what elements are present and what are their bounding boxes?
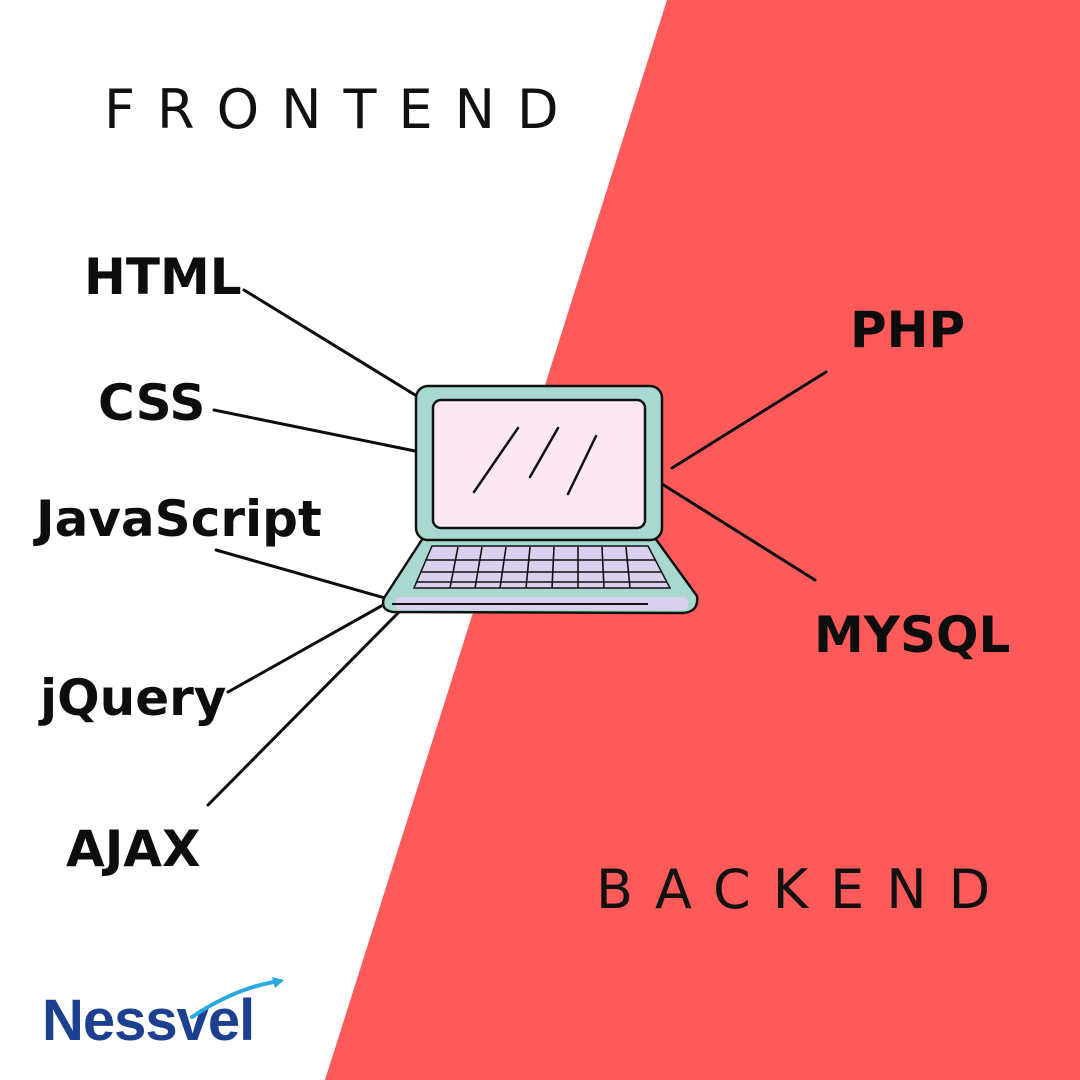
label-php: PHP (850, 301, 966, 359)
label-javascript: JavaScript (36, 490, 322, 548)
backend-heading: BACKEND (596, 858, 1013, 921)
label-mysql: MYSQL (814, 606, 1011, 664)
frontend-heading: FRONTEND (104, 78, 581, 141)
nessvel-logo: Nessvel (42, 975, 287, 1055)
laptop-screen (431, 398, 647, 530)
diagram-canvas: FRONTEND BACKEND HTML CSS JavaScript jQu… (0, 0, 1080, 1080)
label-ajax: AJAX (66, 820, 201, 878)
label-css: CSS (98, 374, 206, 432)
logo-swoosh-icon (190, 977, 284, 1019)
label-jquery: jQuery (40, 669, 227, 727)
label-html: HTML (84, 248, 242, 306)
